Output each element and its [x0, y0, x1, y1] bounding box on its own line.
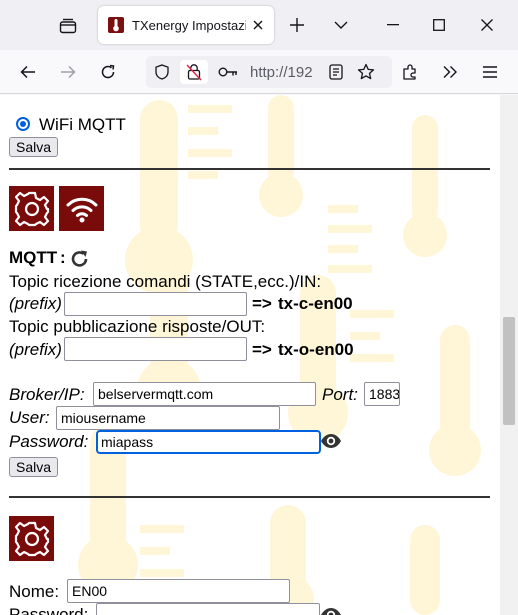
password2-input[interactable]	[96, 603, 320, 615]
section-divider	[9, 168, 490, 170]
section-divider	[9, 496, 490, 498]
topic-out-suffix: tx-o-en00	[278, 340, 354, 359]
url-text: http://192	[250, 64, 313, 81]
insecure-lock-icon[interactable]	[180, 60, 208, 84]
navigation-toolbar: http://192	[0, 50, 518, 94]
gear-icon[interactable]	[9, 516, 54, 561]
back-arrow-icon[interactable]	[12, 56, 44, 88]
show-password-eye-icon[interactable]	[320, 433, 342, 449]
mqtt-heading: MQTT	[9, 248, 58, 267]
save-button[interactable]: Salva	[9, 137, 59, 157]
tab-bar: TXenergy Impostazio	[0, 0, 518, 50]
name-label: Nome:	[9, 582, 60, 601]
reload-icon[interactable]	[92, 56, 124, 88]
topic-in-suffix: tx-c-en00	[278, 294, 353, 313]
topic-out-prefix-label: (prefix)	[9, 340, 62, 359]
broker-input[interactable]: belservermqtt.com	[93, 382, 316, 406]
topic-out-arrow: =>	[252, 340, 272, 359]
port-label: Port:	[322, 385, 358, 404]
reader-view-icon[interactable]	[324, 60, 348, 84]
refresh-icon[interactable]	[70, 249, 90, 269]
user-label: User:	[9, 408, 50, 427]
topic-out-prefix-input[interactable]	[64, 337, 247, 361]
vertical-scrollbar[interactable]	[500, 95, 518, 615]
hamburger-menu-icon[interactable]	[474, 56, 506, 88]
thermometer-favicon-icon	[108, 17, 124, 33]
topic-in-label: Topic ricezione comandi (STATE,ecc.)/IN:	[9, 272, 322, 291]
name-input[interactable]: EN00	[67, 579, 290, 603]
mqtt-heading-colon: :	[60, 248, 66, 267]
wifi-mqtt-label: WiFi MQTT	[39, 115, 126, 134]
topic-in-arrow: =>	[252, 294, 272, 313]
port-input[interactable]: 1883	[364, 382, 400, 406]
password-label: Password:	[9, 432, 89, 451]
scrollbar-thumb[interactable]	[503, 317, 515, 425]
wifi-icon[interactable]	[59, 186, 104, 231]
key-icon[interactable]	[216, 60, 240, 84]
password-input[interactable]: miapass	[96, 430, 321, 454]
close-tab-icon[interactable]	[250, 17, 266, 33]
bookmark-star-icon[interactable]	[354, 60, 378, 84]
save-mqtt-button[interactable]: Salva	[9, 457, 59, 477]
tab-active[interactable]: TXenergy Impostazio	[98, 6, 274, 44]
minimize-icon[interactable]	[378, 10, 408, 40]
gear-icon[interactable]	[9, 186, 54, 231]
extensions-icon[interactable]	[394, 56, 426, 88]
url-bar[interactable]: http://192	[146, 56, 392, 88]
broker-label: Broker/IP:	[9, 385, 85, 404]
close-window-icon[interactable]	[472, 10, 502, 40]
new-tab-icon[interactable]	[282, 10, 312, 40]
password2-label: Password:	[9, 605, 89, 615]
show-password-eye-icon[interactable]	[320, 607, 342, 615]
topic-out-label: Topic pubblicazione risposte/OUT:	[9, 317, 266, 336]
maximize-icon[interactable]	[424, 10, 454, 40]
topic-in-prefix-input[interactable]	[64, 292, 247, 316]
page-viewport: WiFi MQTT Salva MQTT : Topic ricezione c…	[0, 95, 518, 615]
forward-arrow-icon[interactable]	[52, 56, 84, 88]
topic-in-prefix-label: (prefix)	[9, 294, 62, 313]
shield-icon[interactable]	[150, 60, 174, 84]
chevron-down-icon[interactable]	[326, 10, 356, 40]
overflow-chevrons-icon[interactable]	[434, 56, 466, 88]
tab-title: TXenergy Impostazio	[132, 17, 246, 33]
wifi-mqtt-radio[interactable]	[16, 117, 30, 131]
user-input[interactable]: miousername	[56, 406, 280, 430]
tab-list-icon[interactable]	[52, 12, 84, 40]
